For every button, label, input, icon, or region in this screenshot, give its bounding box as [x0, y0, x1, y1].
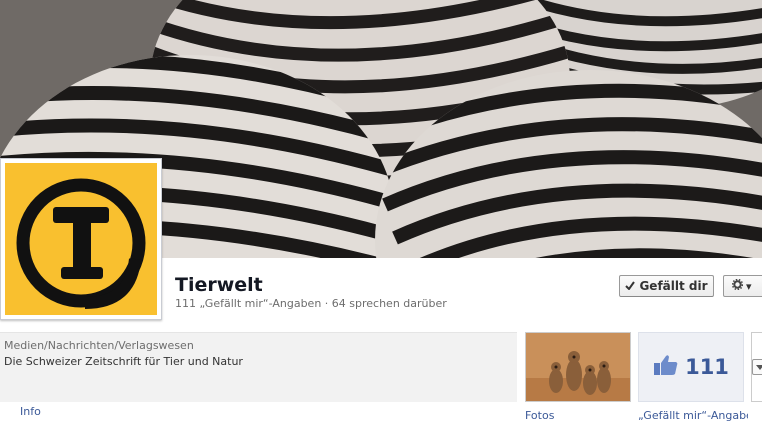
- likes-count: 111: [685, 355, 729, 379]
- gear-icon: [731, 278, 744, 293]
- page-title[interactable]: Tierwelt: [175, 274, 263, 296]
- page-description: Die Schweizer Zeitschrift für Tier und N…: [4, 355, 243, 368]
- page-stats: 111 „Gefällt mir“-Angaben · 64 sprechen …: [175, 297, 447, 310]
- chevron-down-icon: ▾: [746, 279, 752, 293]
- like-button[interactable]: Gefällt dir: [619, 275, 714, 297]
- more-apps-tile[interactable]: [751, 332, 762, 402]
- info-tab-link[interactable]: Info: [20, 405, 41, 418]
- meerkat-photo: [526, 333, 630, 401]
- profile-picture-frame[interactable]: [0, 158, 162, 320]
- tierwelt-logo: [5, 163, 157, 315]
- like-button-label: Gefällt dir: [639, 279, 708, 293]
- about-box[interactable]: Medien/Nachrichten/Verlagswesen Die Schw…: [0, 332, 517, 402]
- photos-label[interactable]: Fotos: [525, 409, 554, 422]
- likes-label[interactable]: „Gefällt mir“-Angaben: [638, 409, 748, 422]
- checkmark-icon: [625, 279, 636, 293]
- photos-tile[interactable]: [525, 332, 631, 402]
- page-category: Medien/Nachrichten/Verlagswesen: [4, 339, 194, 352]
- settings-button[interactable]: ▾: [723, 275, 762, 297]
- chevron-down-icon[interactable]: [752, 359, 762, 375]
- thumbs-up-icon: [653, 354, 679, 380]
- likes-tile[interactable]: 111: [638, 332, 744, 402]
